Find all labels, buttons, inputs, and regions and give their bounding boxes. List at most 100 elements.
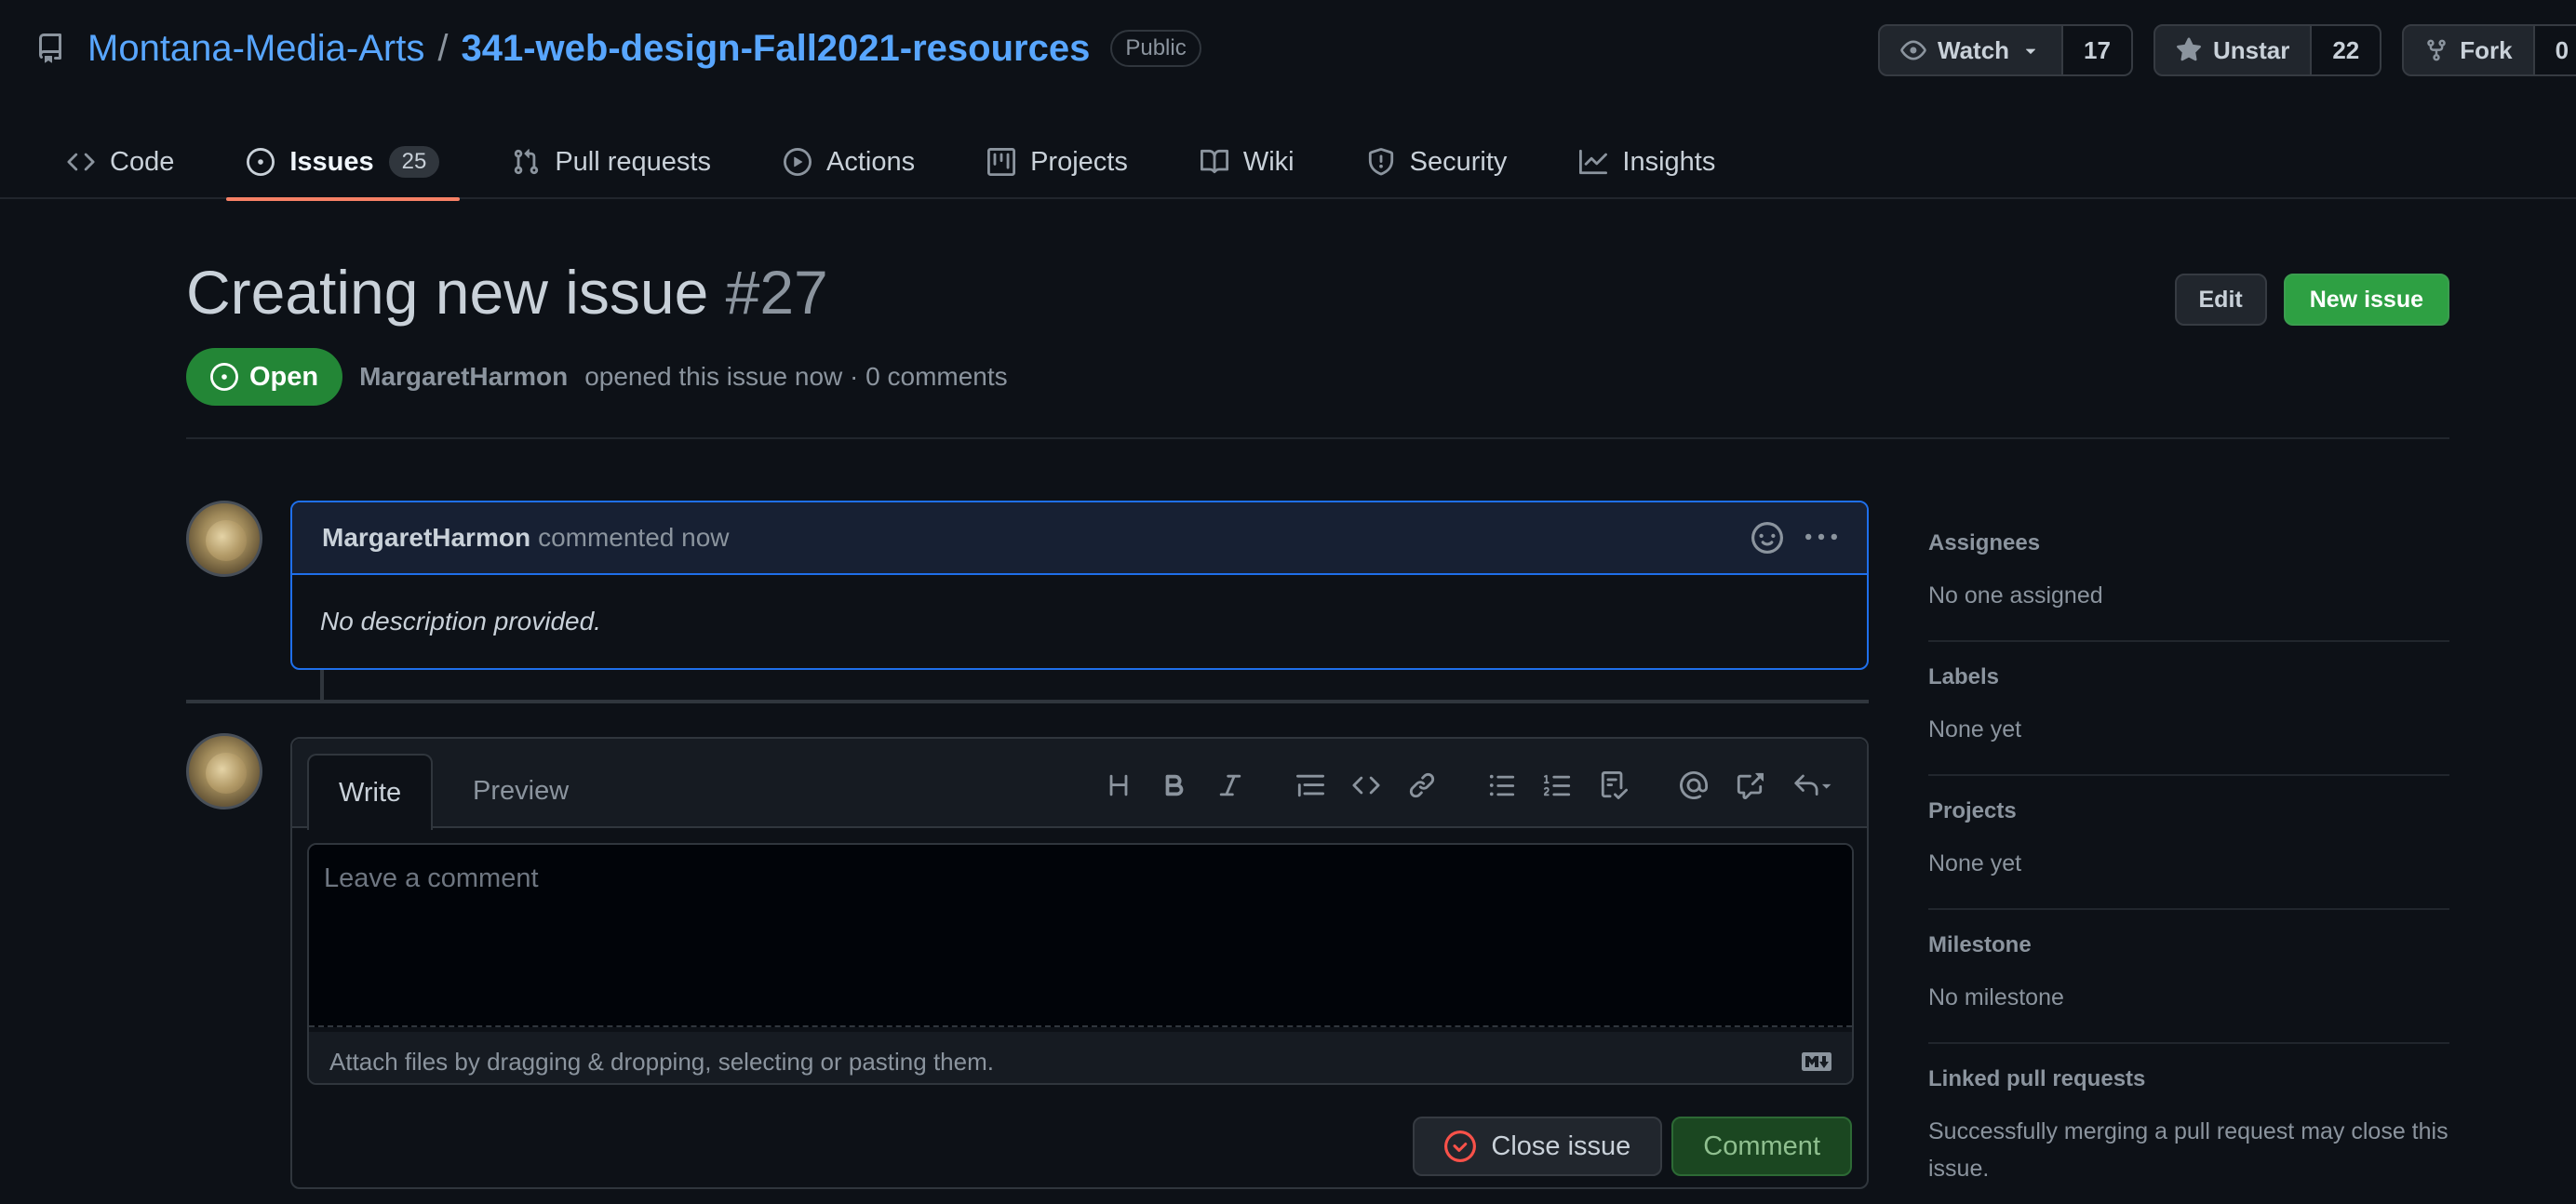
mention-icon[interactable]: [1666, 767, 1722, 804]
repo-actions: Watch 17 Unstar 22 Fork 0: [1878, 24, 2576, 76]
markdown-toolbar: [1091, 767, 1848, 804]
unstar-button[interactable]: Unstar: [2153, 24, 2313, 76]
cross-reference-icon[interactable]: [1722, 767, 1778, 804]
tab-actions[interactable]: Actions: [763, 125, 935, 199]
sidebar-milestone[interactable]: Milestone No milestone: [1928, 910, 2449, 1044]
link-icon[interactable]: [1394, 767, 1450, 804]
issue-meta-text: opened this issue now · 0 comments: [584, 362, 1008, 391]
repo-header: Montana-Media-Arts / 341-web-design-Fall…: [0, 0, 2576, 201]
star-count[interactable]: 22: [2312, 24, 2382, 76]
tab-code-label: Code: [110, 146, 175, 177]
issue-sidebar: Assignees No one assigned Labels None ye…: [1928, 510, 2449, 1204]
file-attachment-bar[interactable]: Attach files by dragging & dropping, sel…: [309, 1032, 1852, 1083]
reply-icon[interactable]: [1778, 767, 1848, 804]
caret-down-icon: [2020, 40, 2041, 60]
editor-tabs: Write Preview: [292, 739, 1867, 830]
tab-code[interactable]: Code: [47, 125, 195, 199]
labels-heading[interactable]: Labels: [1928, 664, 2449, 690]
play-icon: [783, 148, 812, 176]
repo-title: Montana-Media-Arts / 341-web-design-Fall…: [35, 22, 1201, 74]
tab-projects-label: Projects: [1030, 146, 1128, 177]
smiley-icon[interactable]: [1751, 522, 1783, 554]
heading-icon[interactable]: [1091, 767, 1147, 804]
avatar[interactable]: [186, 733, 262, 809]
list-ordered-icon[interactable]: [1530, 767, 1586, 804]
sidebar-linked-prs: Linked pull requests Successfully mergin…: [1928, 1044, 2449, 1204]
new-issue-button[interactable]: New issue: [2283, 274, 2449, 326]
repo-separator: /: [437, 27, 449, 69]
issues-counter: 25: [388, 146, 440, 178]
markdown-icon[interactable]: [1802, 1047, 1831, 1077]
tab-wiki[interactable]: Wiki: [1180, 125, 1315, 199]
projects-value: None yet: [1928, 850, 2022, 876]
watch-button[interactable]: Watch: [1878, 24, 2064, 76]
projects-heading[interactable]: Projects: [1928, 798, 2449, 824]
fork-count[interactable]: 0: [2534, 24, 2576, 76]
issue-opened-icon: [210, 363, 238, 391]
tab-insights-label: Insights: [1622, 146, 1716, 177]
comment-textarea[interactable]: [309, 845, 1852, 1027]
issue-title-text: Creating new issue: [186, 258, 709, 327]
tab-projects[interactable]: Projects: [967, 125, 1148, 199]
sidebar-labels[interactable]: Labels None yet: [1928, 642, 2449, 776]
comment-author-link[interactable]: MargaretHarmon: [322, 523, 530, 553]
close-issue-label: Close issue: [1491, 1130, 1631, 1161]
status-badge: Open: [186, 348, 343, 406]
close-issue-button[interactable]: Close issue: [1413, 1117, 1663, 1176]
project-icon: [987, 148, 1016, 176]
book-icon: [1200, 148, 1228, 176]
comment-header: MargaretHarmon commented now: [292, 502, 1867, 575]
graph-icon: [1579, 148, 1608, 176]
issue-number: #27: [725, 258, 828, 327]
timeline-divider: [186, 700, 1869, 703]
sidebar-assignees[interactable]: Assignees No one assigned: [1928, 510, 2449, 642]
assignees-heading[interactable]: Assignees: [1928, 530, 2449, 556]
labels-value: None yet: [1928, 716, 2022, 742]
bold-icon[interactable]: [1147, 767, 1202, 804]
sidebar-projects[interactable]: Projects None yet: [1928, 776, 2449, 910]
avatar[interactable]: [186, 501, 262, 577]
tab-actions-label: Actions: [825, 146, 916, 177]
comment-editor: Attach files by dragging & dropping, sel…: [307, 843, 1854, 1085]
comment-button[interactable]: Comment: [1671, 1117, 1852, 1176]
star-group: Unstar 22: [2153, 24, 2382, 76]
fork-group: Fork 0: [2402, 24, 2576, 76]
tab-preview[interactable]: Preview: [443, 754, 598, 828]
code-icon[interactable]: [1338, 767, 1394, 804]
issue-title: Creating new issue #27: [186, 257, 828, 328]
repo-nav: Code Issues 25 Pull requests Actions Pro…: [47, 125, 1736, 201]
code-icon: [67, 148, 95, 176]
tab-insights[interactable]: Insights: [1559, 125, 1736, 199]
fork-button[interactable]: Fork: [2402, 24, 2535, 76]
quote-icon[interactable]: [1282, 767, 1338, 804]
watch-count[interactable]: 17: [2063, 24, 2133, 76]
italic-icon[interactable]: [1202, 767, 1258, 804]
list-unordered-icon[interactable]: [1474, 767, 1530, 804]
issue-meta: Open MargaretHarmon opened this issue no…: [186, 348, 1008, 406]
tasklist-icon[interactable]: [1586, 767, 1642, 804]
issue-closed-icon: [1444, 1130, 1477, 1162]
tab-issues[interactable]: Issues 25: [226, 125, 461, 201]
tab-security[interactable]: Security: [1347, 125, 1528, 199]
issue-comment: MargaretHarmon commented now No descript…: [290, 501, 1869, 670]
tab-pull-requests[interactable]: Pull requests: [491, 125, 731, 199]
repo-owner-link[interactable]: Montana-Media-Arts: [87, 28, 424, 70]
repo-name-link[interactable]: 341-web-design-Fall2021-resources: [462, 28, 1091, 70]
tab-security-label: Security: [1409, 146, 1508, 177]
tab-wiki-label: Wiki: [1242, 146, 1295, 177]
repo-icon: [35, 33, 65, 63]
comment-body: No description provided.: [320, 607, 601, 635]
comment-timestamp[interactable]: commented now: [538, 523, 729, 553]
eye-icon: [1900, 37, 1926, 63]
milestone-heading[interactable]: Milestone: [1928, 932, 2449, 958]
linked-prs-heading: Linked pull requests: [1928, 1066, 2146, 1091]
issue-author-link[interactable]: MargaretHarmon: [359, 362, 568, 392]
tab-write[interactable]: Write: [307, 754, 434, 830]
edit-button[interactable]: Edit: [2174, 274, 2267, 326]
kebab-horizontal-icon[interactable]: [1805, 522, 1837, 554]
watch-group: Watch 17: [1878, 24, 2133, 76]
comment-tools: [1751, 522, 1837, 554]
new-comment-form: Write Preview Leave a comment Attach fil…: [290, 737, 1869, 1189]
assignees-value: No one assigned: [1928, 582, 2103, 609]
linked-prs-value: Successfully merging a pull request may …: [1928, 1118, 2449, 1182]
